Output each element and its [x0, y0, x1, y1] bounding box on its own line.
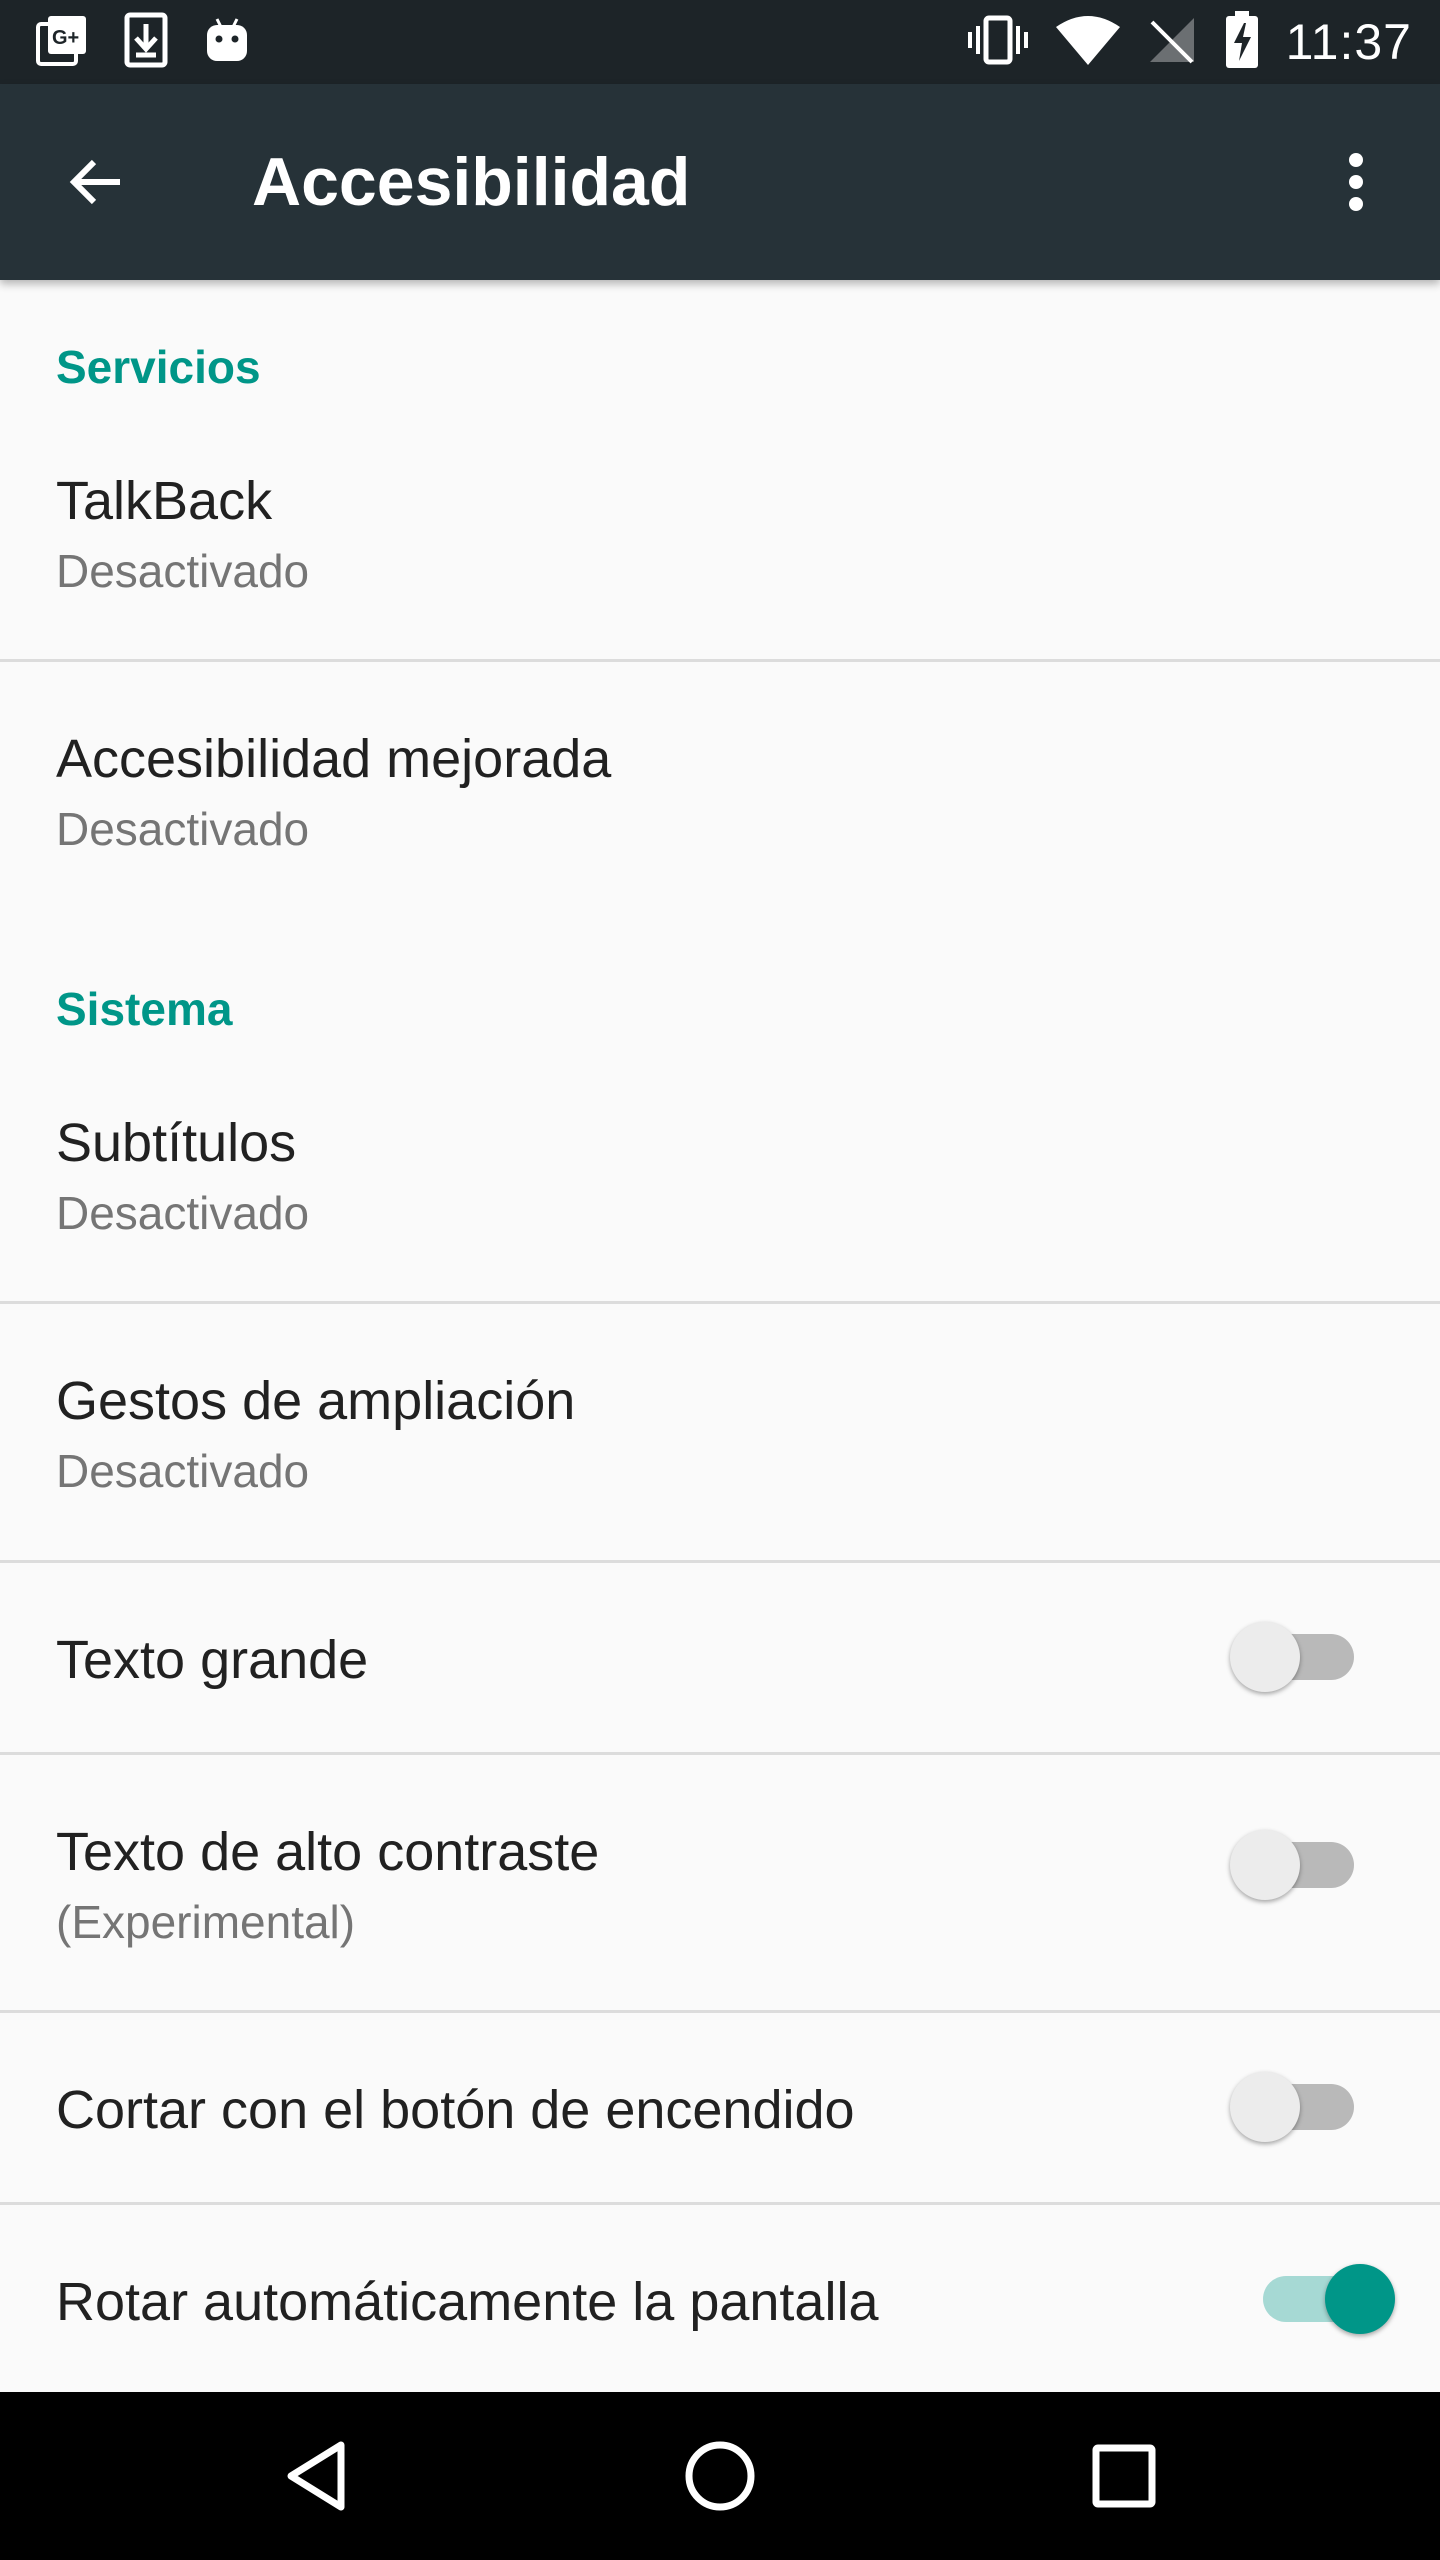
- switch-thumb: [1325, 2264, 1395, 2334]
- wifi-icon: [1055, 15, 1120, 70]
- nav-recents-button[interactable]: [1064, 2416, 1184, 2536]
- google-plus-notification-icon: G+: [36, 14, 88, 71]
- pref-title: TalkBack: [56, 471, 273, 531]
- status-bar: G+ 11:37: [0, 0, 1440, 84]
- power-button-ends-call-switch[interactable]: [1230, 2072, 1370, 2142]
- pref-summary: Desactivado: [56, 1445, 310, 1497]
- pref-title: Texto de alto contraste: [56, 1822, 600, 1882]
- accessibility-settings-screen: G+ 11:37 Accesibilidad Servicios TalkBac…: [0, 0, 1440, 2560]
- arrow-back-icon: [69, 159, 120, 205]
- high-contrast-text-switch[interactable]: [1230, 1830, 1370, 1900]
- android-icon: [204, 15, 250, 70]
- more-vert-icon: [1349, 153, 1363, 211]
- back-button[interactable]: [48, 134, 144, 230]
- home-circle-icon: [685, 2441, 755, 2511]
- pref-power-button-ends-call[interactable]: Cortar con el botón de encendido: [0, 2013, 1440, 2203]
- app-toolbar: Accesibilidad: [0, 84, 1440, 280]
- download-icon: [124, 12, 168, 73]
- pref-captions[interactable]: Subtítulos Desactivado: [0, 1060, 1440, 1300]
- system-status-icons: 11:37: [966, 10, 1412, 71]
- battery-charging-icon: [1224, 10, 1260, 74]
- pref-talkback[interactable]: TalkBack Desactivado: [0, 420, 1440, 660]
- auto-rotate-switch[interactable]: [1255, 2264, 1395, 2334]
- pref-high-contrast-text[interactable]: Texto de alto contraste (Experimental): [0, 1755, 1440, 2011]
- pref-title: Rotar automáticamente la pantalla: [56, 2272, 879, 2332]
- pref-summary: Desactivado: [56, 1187, 310, 1239]
- nav-home-button[interactable]: [660, 2416, 780, 2536]
- pref-title: Subtítulos: [56, 1113, 297, 1173]
- section-header-system: Sistema: [56, 983, 233, 1035]
- pref-large-text[interactable]: Texto grande: [0, 1563, 1440, 1753]
- pref-enhanced-accessibility[interactable]: Accesibilidad mejorada Desactivado: [0, 662, 1440, 902]
- switch-thumb: [1230, 1622, 1300, 1692]
- vibrate-icon: [966, 14, 1030, 71]
- no-signal-icon: [1146, 14, 1198, 71]
- pref-summary: Desactivado: [56, 545, 310, 597]
- pref-magnification-gestures[interactable]: Gestos de ampliación Desactivado: [0, 1304, 1440, 1560]
- switch-thumb: [1230, 2072, 1300, 2142]
- large-text-switch[interactable]: [1230, 1622, 1370, 1692]
- pref-title: Cortar con el botón de encendido: [56, 2080, 855, 2140]
- section-header-services: Servicios: [56, 341, 261, 393]
- notification-icons: G+: [36, 12, 250, 73]
- back-triangle-icon: [287, 2441, 345, 2511]
- pref-summary: Desactivado: [56, 803, 310, 855]
- recents-square-icon: [1092, 2444, 1156, 2508]
- pref-summary: (Experimental): [56, 1896, 356, 1948]
- navigation-bar: [0, 2392, 1440, 2560]
- pref-title: Gestos de ampliación: [56, 1371, 576, 1431]
- pref-title: Accesibilidad mejorada: [56, 729, 612, 789]
- switch-thumb: [1230, 1830, 1300, 1900]
- page-title: Accesibilidad: [252, 144, 691, 220]
- nav-back-button[interactable]: [256, 2416, 376, 2536]
- svg-text:G+: G+: [52, 27, 79, 49]
- pref-auto-rotate-screen[interactable]: Rotar automáticamente la pantalla: [0, 2205, 1440, 2392]
- more-options-button[interactable]: [1308, 134, 1404, 230]
- status-time: 11:37: [1285, 14, 1412, 70]
- pref-title: Texto grande: [56, 1630, 369, 1690]
